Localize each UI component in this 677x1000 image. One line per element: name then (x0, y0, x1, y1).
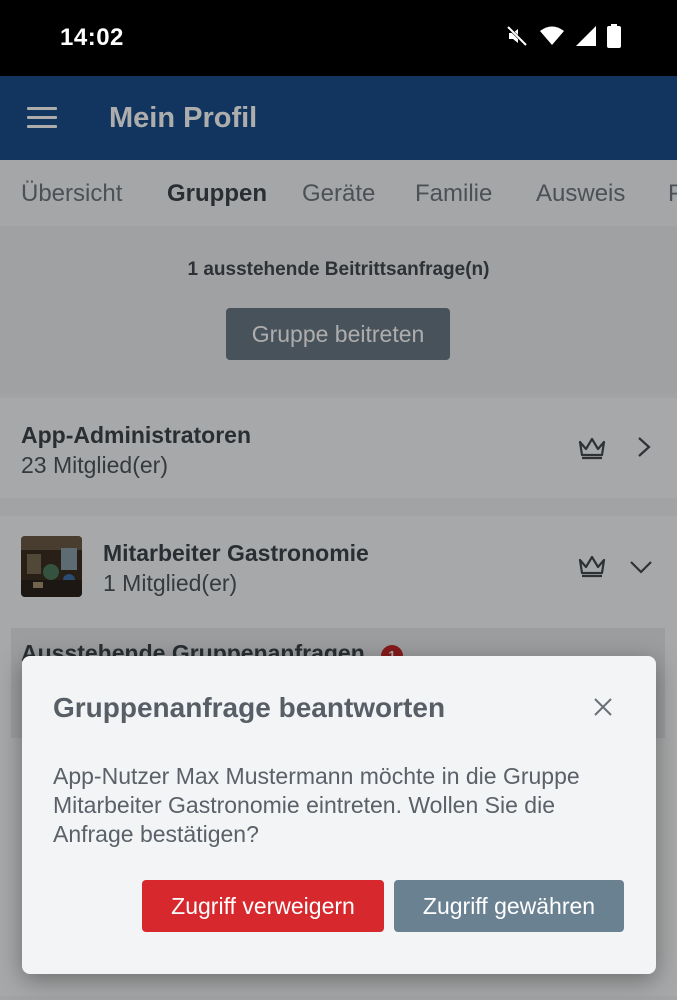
group-request-dialog: Gruppenanfrage beantworten App-Nutzer Ma… (22, 656, 656, 974)
mute-icon (505, 24, 529, 53)
wifi-icon (539, 25, 565, 52)
signal-icon (575, 25, 597, 52)
deny-access-button[interactable]: Zugriff verweigern (142, 880, 384, 932)
grant-access-button[interactable]: Zugriff gewähren (394, 880, 624, 932)
status-icons (505, 24, 621, 53)
close-icon[interactable] (592, 696, 614, 718)
dialog-title: Gruppenanfrage beantworten (53, 692, 446, 723)
battery-icon (607, 24, 621, 53)
status-time: 14:02 (60, 24, 124, 51)
status-bar: 14:02 (0, 0, 677, 76)
dialog-message: App-Nutzer Max Mustermann möchte in die … (53, 763, 580, 847)
